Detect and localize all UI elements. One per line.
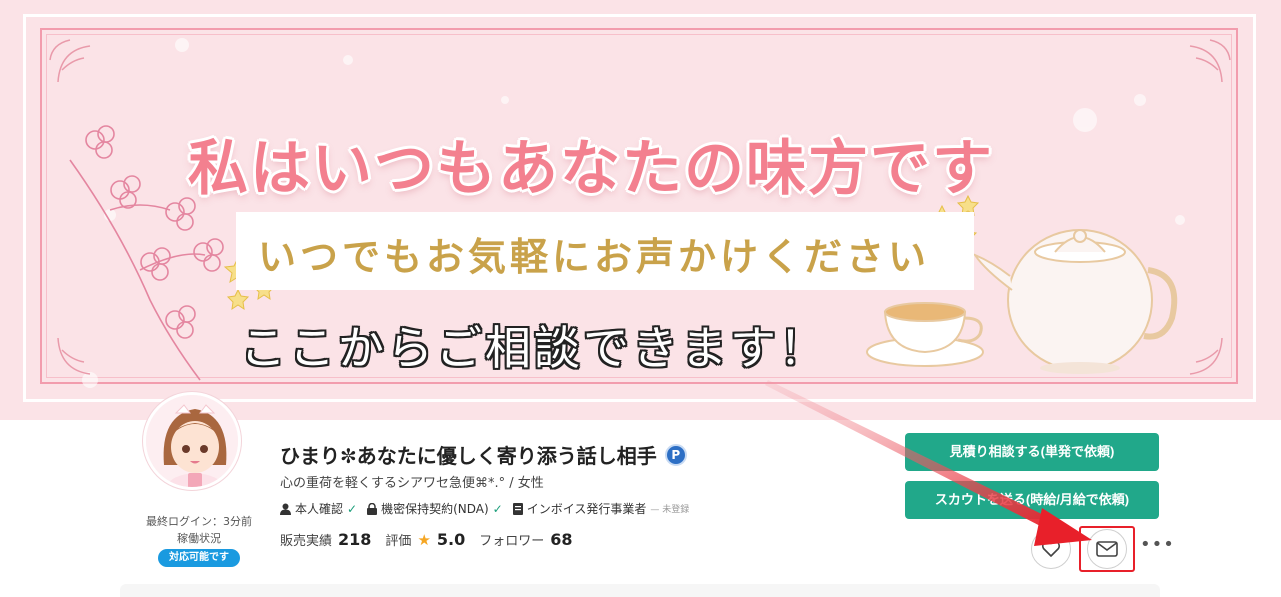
sales-label: 販売実績 [280, 534, 333, 549]
display-name: ひまり✼あなたに優しく寄り添う話し相手 [280, 444, 657, 468]
lock-icon [367, 502, 378, 515]
followers-value[interactable]: 68 [550, 530, 572, 549]
stats-row: 販売実績 218 評価 ★ 5.0 フォロワー 68 [280, 530, 581, 549]
document-icon [512, 502, 523, 515]
profile-header-banner: 私はいつもあなたの味方です いつでもお気軽にお声かけください ここからご相談でき… [0, 0, 1281, 420]
premium-badge-icon[interactable]: P [664, 443, 687, 466]
verification-identity: 本人確認 ✓ [280, 500, 357, 517]
name-row: ひまり✼あなたに優しく寄り添う話し相手 P [280, 440, 687, 469]
content-panel-top [120, 584, 1160, 597]
rating-value: 5.0 [436, 530, 466, 549]
verification-row: 本人確認 ✓ 機密保持契約(NDA) ✓ インボイス発行事業者 — 未登録 [280, 500, 689, 517]
estimate-request-button[interactable]: 見積り相談する(単発で依頼) [905, 433, 1159, 471]
banner-headline: 私はいつもあなたの味方です [188, 134, 994, 204]
profile-tagline: 心の重荷を軽くするシアワセ急便⌘*.° / 女性 [280, 476, 544, 491]
check-icon: ✓ [347, 501, 358, 516]
star-icon: ★ [417, 531, 431, 549]
message-button-highlight [1079, 526, 1135, 572]
rating-label: 評価 [385, 534, 412, 549]
last-login-text: 最終ログイン：3分前 [146, 515, 252, 528]
heart-icon [1041, 540, 1061, 557]
sales-value: 218 [338, 530, 372, 549]
check-icon: ✓ [492, 501, 503, 516]
favorite-button[interactable] [1031, 529, 1071, 569]
verification-nda: 機密保持契約(NDA) ✓ [367, 500, 503, 517]
banner-subline: いつでもお気軽にお声かけください [258, 234, 931, 279]
followers-label[interactable]: フォロワー [479, 530, 544, 549]
verification-invoice: インボイス発行事業者 — 未登録 [512, 500, 690, 517]
send-scout-button[interactable]: スカウトを送る(時給/月給で依頼) [905, 481, 1159, 519]
verification-identity-label: 本人確認 [295, 502, 344, 516]
avatar[interactable] [143, 392, 241, 490]
work-status-label: 稼働状況 [177, 532, 221, 545]
banner-callout: ここからご相談できます！ [240, 321, 828, 375]
person-icon [280, 503, 291, 515]
invoice-status-note: — 未登録 [650, 505, 690, 515]
verification-invoice-label: インボイス発行事業者 [526, 502, 647, 516]
verification-nda-label: 機密保持契約(NDA) [381, 502, 489, 516]
status-badge: 対応可能です [158, 549, 240, 567]
more-options-button[interactable]: ••• [1140, 536, 1174, 558]
